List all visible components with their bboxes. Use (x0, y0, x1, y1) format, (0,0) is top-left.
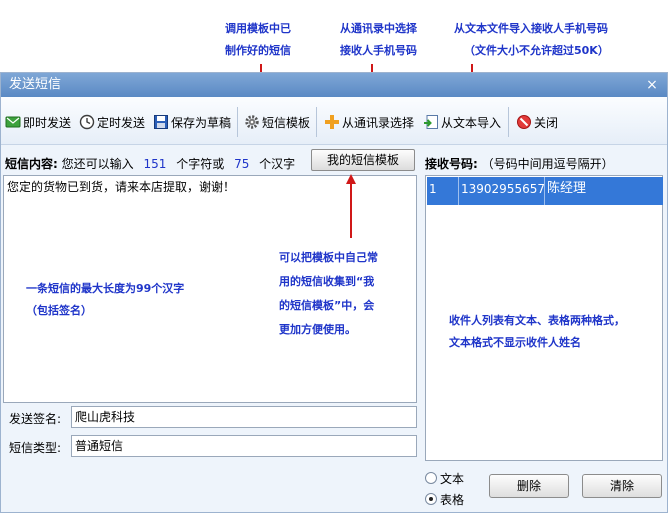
toolbar: 即时发送 定时发送 保存为草稿 短信模板 从通讯录选择 从文本导入 关闭 (1, 97, 667, 145)
send-now-icon (5, 114, 21, 130)
remain-prefix: 您还可以输入 (61, 157, 134, 171)
message-text: 您定的货物已到货，请来本店提取，谢谢！ (7, 180, 236, 194)
toolbar-divider (316, 107, 317, 137)
hanzi-unit: 个汉字 (259, 157, 296, 171)
from-text-button[interactable]: 从文本导入 (423, 111, 501, 133)
list-tip: 收件人列表有文本、表格两种格式， 文本格式不显示收件人姓名 (449, 314, 625, 349)
save-draft-button[interactable]: 保存为草稿 (153, 111, 231, 133)
floppy-disk-icon (153, 114, 169, 130)
hanzi-left: 75 (234, 157, 250, 171)
plus-icon (324, 114, 340, 130)
close-button[interactable]: 关闭 (516, 111, 558, 133)
import-tip: 从文本文件导入接收人手机号码 （文件大小不允许超过50K） (454, 22, 609, 57)
send-now-button[interactable]: 即时发送 (5, 111, 71, 133)
my-template-arrow-line (350, 184, 352, 238)
sms-template-button[interactable]: 短信模板 (244, 111, 310, 133)
content-label: 短信内容: (5, 157, 58, 171)
no-entry-icon (516, 114, 532, 130)
format-table-radio[interactable]: 表格 (425, 491, 464, 507)
my-template-button[interactable]: 我的短信模板 (311, 149, 415, 171)
content-label-row: 短信内容: 您还可以输入 151 个字符或 75 个汉字 (5, 155, 295, 172)
row-name: 陈经理 (547, 181, 587, 196)
chars-unit: 个字符或 (176, 157, 225, 171)
sms-type-label: 短信类型: (9, 441, 62, 455)
signature-input[interactable]: 爬山虎科技 (71, 406, 417, 428)
radio-on-icon (425, 493, 437, 505)
contacts-tip: 从通讯录中选择 接收人手机号码 (340, 22, 417, 57)
clear-button[interactable]: 清除 (582, 474, 662, 498)
table-row[interactable]: 1 13902955657 陈经理 (427, 177, 663, 205)
recipients-hint: （号码中间用逗号隔开） (481, 157, 614, 171)
title-bar: 发送短信 × (1, 73, 667, 97)
format-text-radio[interactable]: 文本 (425, 470, 464, 486)
recipients-label-row: 接收号码: （号码中间用逗号隔开） (425, 155, 614, 172)
template-tip: 调用模板中已 制作好的短信 (225, 22, 291, 57)
close-icon[interactable]: × (643, 73, 661, 97)
toolbar-divider (508, 107, 509, 137)
delete-button[interactable]: 删除 (489, 474, 569, 498)
window-title: 发送短信 (9, 77, 62, 92)
chars-left: 151 (143, 157, 167, 171)
recipients-label: 接收号码: (425, 157, 478, 171)
clock-icon (79, 114, 95, 130)
radio-off-icon (425, 472, 437, 484)
length-tip: 一条短信的最大长度为99个汉字 （包括签名） (26, 282, 185, 317)
favorite-tip: 可以把模板中自己常 用的短信收集到“我 的短信模板”中，会 更加方便使用。 (279, 251, 378, 336)
import-icon (423, 114, 439, 130)
send-timed-button[interactable]: 定时发送 (79, 111, 145, 133)
row-index: 1 (427, 177, 459, 205)
my-template-arrow-head (346, 174, 356, 184)
row-phone: 13902955657 (459, 177, 545, 205)
from-contacts-button[interactable]: 从通讯录选择 (324, 111, 414, 133)
sms-type-select[interactable]: 普通短信 (71, 435, 417, 457)
toolbar-divider (237, 107, 238, 137)
gear-icon (244, 114, 260, 130)
signature-label: 发送签名: (9, 412, 62, 426)
